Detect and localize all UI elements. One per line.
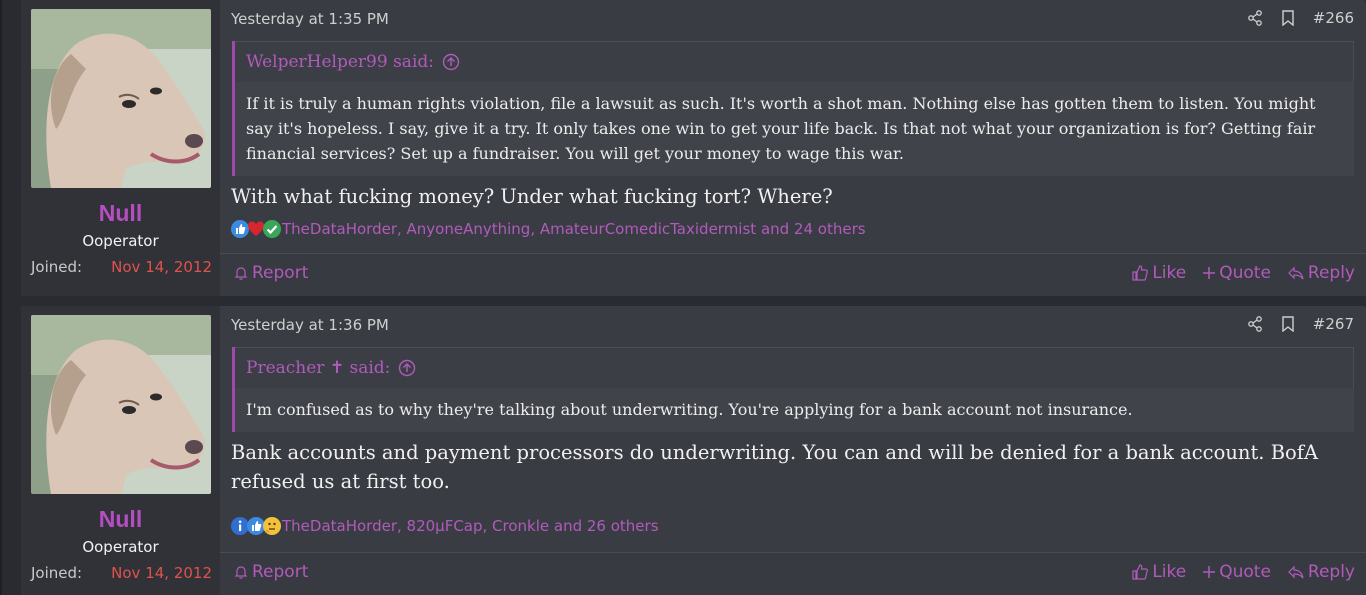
post-tools: #267 [1229, 315, 1354, 333]
post-267: Null Ooperator Joined: Nov 14, 2012 Yest… [21, 306, 1366, 595]
post-footer: Report Like Quote Reply [220, 552, 1366, 595]
joined-date: Nov 14, 2012 [111, 258, 212, 276]
post-main: Yesterday at 1:36 PM #267 Preacher ✝ sai… [220, 306, 1366, 595]
post-266: Null Ooperator Joined: Nov 14, 2012 Yest… [21, 0, 1366, 296]
quote-header[interactable]: WelperHelper99 said: [235, 41, 1354, 82]
bookmark-icon[interactable] [1281, 10, 1295, 26]
bell-icon [234, 566, 248, 579]
bell-icon [234, 267, 248, 280]
page-edge [0, 0, 2, 595]
quote-button[interactable]: Quote [1202, 562, 1271, 582]
joined-date: Nov 14, 2012 [111, 564, 212, 582]
post-tools: #266 [1229, 9, 1354, 27]
user-cell: Null Ooperator Joined: Nov 14, 2012 [21, 306, 220, 595]
quote-text: I'm confused as to why they're talking a… [246, 400, 1133, 419]
thumbs-up-icon [1132, 564, 1149, 580]
quote-author[interactable]: WelperHelper99 said: [246, 52, 434, 72]
avatar[interactable] [31, 9, 211, 188]
avatar[interactable] [31, 315, 211, 494]
post-number[interactable]: #267 [1313, 315, 1354, 333]
quote-label: Quote [1219, 562, 1271, 582]
jump-up-icon[interactable] [398, 359, 416, 377]
post-message: With what fucking money? Under what fuck… [231, 185, 833, 208]
reply-label: Reply [1307, 562, 1355, 582]
bookmark-icon[interactable] [1281, 316, 1295, 332]
post-number[interactable]: #266 [1313, 9, 1354, 27]
plus-icon [1203, 566, 1216, 578]
quote-block: Preacher ✝ said: I'm confused as to why … [232, 347, 1354, 432]
report-button[interactable]: Report [233, 263, 308, 283]
like-label: Like [1152, 562, 1187, 582]
joined-label: Joined: [31, 564, 83, 582]
post-main: Yesterday at 1:35 PM #266 WelperHelper99… [220, 0, 1366, 296]
quote-button[interactable]: Quote [1202, 263, 1271, 283]
like-button[interactable]: Like [1131, 263, 1186, 283]
share-icon[interactable] [1247, 10, 1263, 26]
username[interactable]: Null [21, 200, 220, 227]
post-date[interactable]: Yesterday at 1:35 PM [231, 10, 389, 28]
reply-button[interactable]: Reply [1287, 263, 1355, 283]
jump-up-icon[interactable] [442, 53, 460, 71]
reply-icon [1288, 565, 1304, 579]
quote-header[interactable]: Preacher ✝ said: [235, 347, 1354, 388]
reply-button[interactable]: Reply [1287, 562, 1355, 582]
username[interactable]: Null [21, 506, 220, 533]
thinking-icon [262, 516, 282, 536]
plus-icon [1203, 267, 1216, 279]
quote-block: WelperHelper99 said: If it is truly a hu… [232, 41, 1354, 176]
reaction-icons [230, 219, 281, 239]
quote-label: Quote [1219, 263, 1271, 283]
reaction-icons [230, 516, 281, 536]
thumbs-up-icon [1132, 265, 1149, 281]
reactions-bar[interactable]: TheDataHorder, 820µFCap, Cronkle and 26 … [230, 516, 659, 536]
user-title: Ooperator [82, 538, 159, 556]
reactions-bar[interactable]: TheDataHorder, AnyoneAnything, AmateurCo… [230, 219, 866, 239]
like-label: Like [1152, 263, 1187, 283]
report-label: Report [252, 263, 309, 283]
post-date[interactable]: Yesterday at 1:36 PM [231, 316, 389, 334]
report-button[interactable]: Report [233, 562, 308, 582]
user-title: Ooperator [82, 232, 159, 250]
post-footer: Report Like Quote Reply [220, 253, 1366, 296]
post-message: Bank accounts and payment processors do … [231, 441, 1319, 493]
reply-label: Reply [1307, 263, 1355, 283]
quote-text: If it is truly a human rights violation,… [246, 94, 1316, 163]
post-actions: Like Quote Reply [1115, 263, 1355, 283]
report-label: Report [252, 562, 309, 582]
user-cell: Null Ooperator Joined: Nov 14, 2012 [21, 0, 220, 296]
quote-author[interactable]: Preacher ✝ said: [246, 358, 390, 378]
like-button[interactable]: Like [1131, 562, 1186, 582]
reaction-users[interactable]: TheDataHorder, AnyoneAnything, AmateurCo… [282, 220, 866, 238]
post-actions: Like Quote Reply [1115, 562, 1355, 582]
joined-label: Joined: [31, 258, 83, 276]
reaction-users[interactable]: TheDataHorder, 820µFCap, Cronkle and 26 … [282, 517, 659, 535]
reply-icon [1288, 266, 1304, 280]
check-icon [262, 219, 282, 239]
share-icon[interactable] [1247, 316, 1263, 332]
